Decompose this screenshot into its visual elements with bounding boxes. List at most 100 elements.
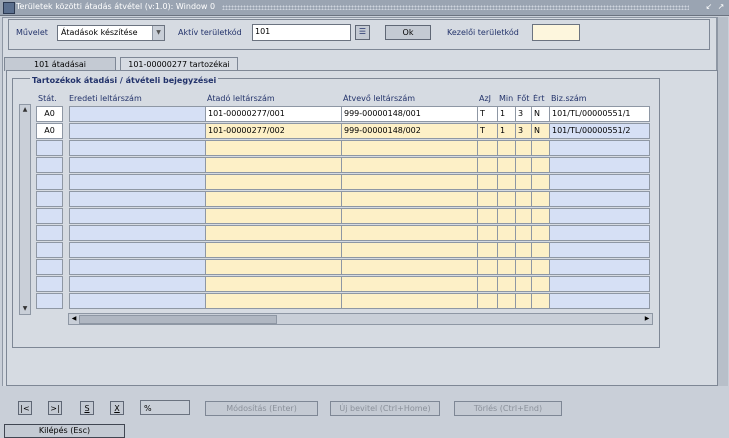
table-row-stat[interactable] [36, 293, 63, 309]
table-cell[interactable] [531, 225, 551, 241]
table-cell[interactable] [69, 106, 207, 122]
table-row-stat[interactable] [36, 174, 63, 190]
aktiv-teruletkod-input[interactable]: 101 [252, 24, 351, 41]
table-cell[interactable] [549, 242, 650, 258]
new-entry-button[interactable]: Új bevitel (Ctrl+Home) [330, 401, 440, 416]
table-row-stat[interactable] [36, 259, 63, 275]
table-cell[interactable]: N [531, 123, 551, 139]
table-row-stat[interactable] [36, 208, 63, 224]
table-cell[interactable] [341, 208, 479, 224]
table-cell[interactable] [69, 140, 207, 156]
table-cell[interactable] [497, 276, 517, 292]
table-cell[interactable]: 101-00000277/002 [205, 123, 343, 139]
table-row-stat[interactable] [36, 140, 63, 156]
table-cell[interactable]: 101/TL/00000551/1 [549, 106, 650, 122]
table-cell[interactable] [69, 174, 207, 190]
table-cell[interactable] [497, 208, 517, 224]
chevron-down-icon[interactable]: ▼ [152, 26, 164, 40]
table-row-stat[interactable] [36, 242, 63, 258]
table-cell[interactable] [69, 293, 207, 309]
record-scrollbar[interactable]: ▲ ▼ [19, 104, 31, 315]
scroll-thumb[interactable] [79, 315, 277, 324]
first-record-button[interactable]: |< [18, 401, 32, 415]
table-cell[interactable] [477, 276, 499, 292]
table-cell[interactable] [549, 259, 650, 275]
table-cell[interactable] [477, 242, 499, 258]
table-row-stat[interactable] [36, 276, 63, 292]
table-cell[interactable] [531, 140, 551, 156]
minimize-icon[interactable]: ↙ [703, 2, 715, 12]
table-cell[interactable] [549, 140, 650, 156]
tab-101-atadasai[interactable]: 101 átadásai [4, 57, 116, 71]
table-cell[interactable] [477, 293, 499, 309]
table-cell[interactable] [549, 208, 650, 224]
table-cell[interactable] [205, 191, 343, 207]
table-cell[interactable] [549, 293, 650, 309]
table-cell[interactable] [341, 140, 479, 156]
table-cell[interactable] [69, 157, 207, 173]
ok-button[interactable]: Ok [385, 25, 431, 40]
table-cell[interactable] [341, 293, 479, 309]
kezeloi-teruletkod-input[interactable] [532, 24, 580, 41]
window-vertical-scrollbar[interactable] [717, 17, 728, 387]
table-cell[interactable] [549, 276, 650, 292]
table-cell[interactable] [477, 208, 499, 224]
muvelet-select[interactable]: Átadások készítése ▼ [57, 25, 165, 41]
table-cell[interactable] [497, 174, 517, 190]
table-cell[interactable] [477, 140, 499, 156]
table-cell[interactable] [477, 157, 499, 173]
table-cell[interactable] [531, 191, 551, 207]
table-horizontal-scrollbar[interactable]: ◀ ▶ [68, 313, 653, 325]
table-cell[interactable] [205, 208, 343, 224]
list-icon[interactable]: ☰ [355, 25, 370, 40]
table-cell[interactable] [69, 191, 207, 207]
table-cell[interactable] [497, 140, 517, 156]
table-cell[interactable] [341, 276, 479, 292]
table-cell[interactable] [531, 174, 551, 190]
table-cell[interactable] [549, 157, 650, 173]
table-cell[interactable] [531, 242, 551, 258]
table-cell[interactable] [205, 225, 343, 241]
table-cell[interactable] [341, 174, 479, 190]
table-cell[interactable] [205, 157, 343, 173]
table-cell[interactable]: 1 [497, 123, 517, 139]
table-cell[interactable] [69, 242, 207, 258]
cancel-button[interactable]: X [110, 401, 124, 415]
scroll-down-icon[interactable]: ▼ [20, 304, 30, 314]
table-cell[interactable]: 999-00000148/002 [341, 123, 479, 139]
scroll-left-icon[interactable]: ◀ [69, 314, 79, 324]
table-cell[interactable] [477, 259, 499, 275]
table-row-stat[interactable]: A0 [36, 123, 63, 139]
table-cell[interactable] [549, 191, 650, 207]
scroll-up-icon[interactable]: ▲ [20, 105, 30, 115]
table-cell[interactable] [477, 174, 499, 190]
table-cell[interactable]: 101/TL/00000551/2 [549, 123, 650, 139]
table-cell[interactable]: 999-00000148/001 [341, 106, 479, 122]
tab-tartozekai[interactable]: 101-00000277 tartozékai [120, 57, 238, 71]
table-row-stat[interactable] [36, 225, 63, 241]
modify-button[interactable]: Módosítás (Enter) [205, 401, 318, 416]
scroll-right-icon[interactable]: ▶ [642, 314, 652, 324]
table-cell[interactable] [497, 259, 517, 275]
save-button[interactable]: S [80, 401, 94, 415]
table-cell[interactable] [205, 242, 343, 258]
table-cell[interactable] [341, 225, 479, 241]
table-cell[interactable] [205, 293, 343, 309]
table-cell[interactable] [205, 259, 343, 275]
table-cell[interactable] [69, 225, 207, 241]
table-cell[interactable] [69, 259, 207, 275]
table-cell[interactable] [531, 276, 551, 292]
table-row-stat[interactable] [36, 191, 63, 207]
exit-button[interactable]: Kilépés (Esc) [4, 424, 125, 438]
delete-button[interactable]: Törlés (Ctrl+End) [454, 401, 562, 416]
table-cell[interactable] [531, 293, 551, 309]
maximize-icon[interactable]: ↗ [715, 2, 727, 12]
table-cell[interactable]: 1 [497, 106, 517, 122]
table-row-stat[interactable]: A0 [36, 106, 63, 122]
table-cell[interactable] [341, 157, 479, 173]
table-cell[interactable] [477, 225, 499, 241]
table-cell[interactable] [549, 225, 650, 241]
table-cell[interactable] [497, 157, 517, 173]
table-cell[interactable] [549, 174, 650, 190]
percent-field[interactable]: % [140, 400, 190, 415]
